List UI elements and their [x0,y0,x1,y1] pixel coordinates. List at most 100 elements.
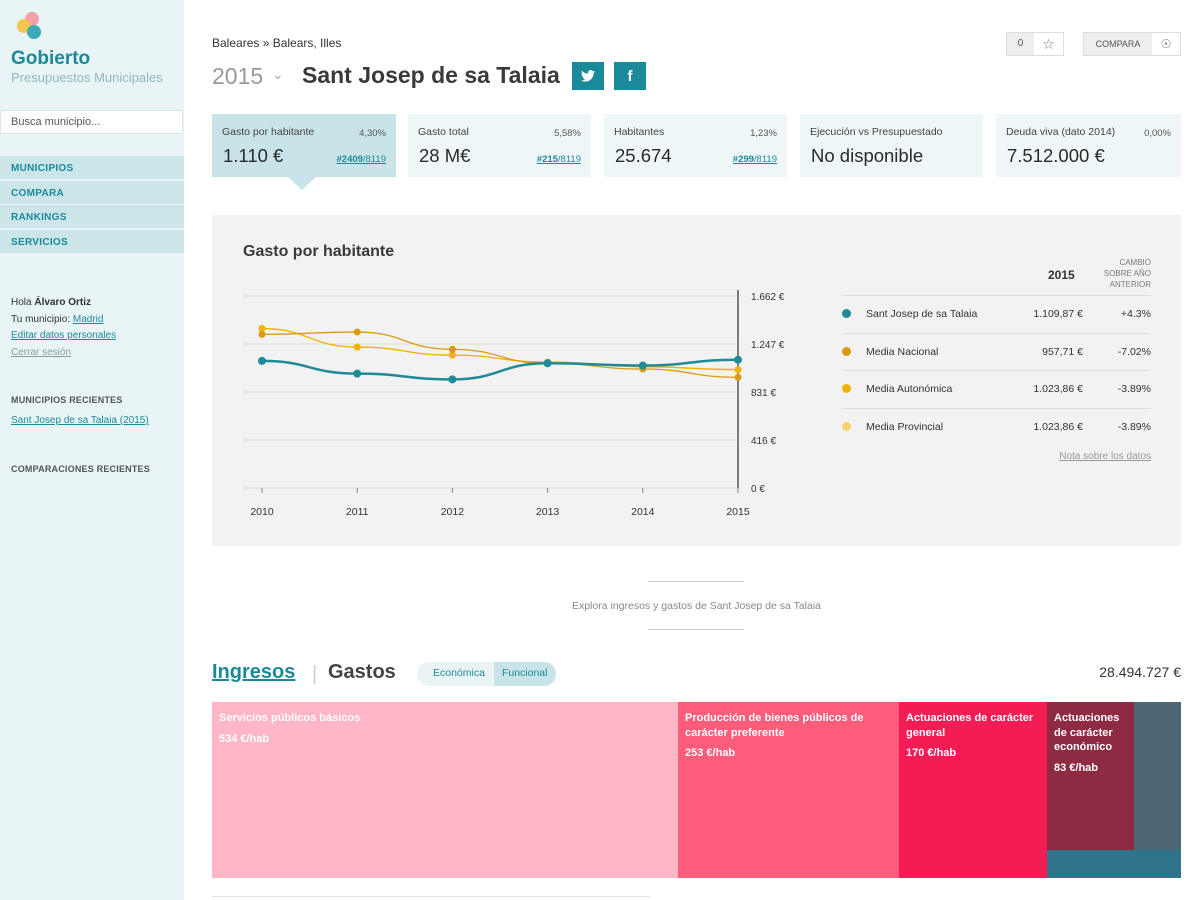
y-tick-label: 0 € [751,484,765,495]
breadcrumb[interactable]: Baleares » Balears, Illes [212,36,341,50]
series-value: 957,71 € [1042,345,1083,358]
legend-change-header: CAMBIO SOBRE AÑO ANTERIOR [1103,258,1151,289]
series-point [734,355,742,364]
series-change: -3.89% [1117,383,1151,395]
twitter-share-button[interactable] [572,62,604,90]
user-municipio-link[interactable]: Madrid [73,314,104,325]
data-note-link[interactable]: Nota sobre los datos [1059,451,1151,462]
kpi-rank-link[interactable]: #215/8119 [537,154,581,165]
series-line [261,327,739,371]
user-block: Hola Álvaro Ortiz Tu municipio: Madrid E… [11,295,116,361]
nav-item-compara[interactable]: COMPARA [0,180,184,204]
kpi-value: 28 M€ [419,145,471,166]
treemap-cell-bienes-preferentes[interactable]: Producción de bienes públicos de carácte… [678,702,899,878]
compare-icon[interactable]: ☉ [1152,33,1180,55]
logout-link[interactable]: Cerrar sesión [11,347,71,358]
series-point [258,330,266,338]
kpi-card-ejecucion[interactable]: Ejecución vs Presupuestado No disponible [800,114,983,177]
chevron-down-icon[interactable]: ⌄ [272,66,284,83]
divider [648,629,744,630]
kpi-value: No disponible [811,145,924,166]
series-name: Media Nacional [866,345,939,358]
compare-button[interactable]: COMPARA ☉ [1083,32,1181,56]
recent-municipio-link[interactable]: Sant Josep de sa Talaia (2015) [11,415,149,426]
treemap-cell-caracter-economico[interactable]: Actuaciones de carácter económico 83 €/h… [1047,702,1134,850]
series-point [734,373,742,381]
year-selector[interactable]: 2015 [212,63,263,90]
favorite-button[interactable]: 0 ☆ [1006,32,1064,56]
series-point [448,375,457,384]
kpi-change: 0,00% [1144,128,1171,139]
series-color-dot [842,421,851,431]
treemap-cell-value: 253 €/hab [685,747,736,759]
nav-item-rankings[interactable]: RANKINGS [0,205,184,228]
series-point [448,345,456,353]
legend-year-header: 2015 [1048,268,1075,282]
series-value: 1.109,87 € [1033,308,1083,320]
series-point [258,356,266,365]
tab-separator: | [312,663,318,685]
kpi-change: 5,58% [554,128,581,139]
x-tick-label: 2013 [536,506,560,518]
series-color-dot [842,309,851,318]
y-tick-label: 416 € [751,436,776,447]
series-name: Media Provincial [866,420,944,433]
series-point [353,343,361,351]
series-name: Media Autonómica [866,383,953,395]
municipio-label: Tu municipio: [11,313,71,325]
legend-row: Media Provincial 1.023,86 € -3.89% [842,407,1151,446]
kpi-value: 1.110 € [223,145,284,166]
series-point [353,369,362,378]
series-value: 1.023,86 € [1033,383,1083,395]
treemap-cell-value: 170 €/hab [906,747,957,759]
tab-gastos[interactable]: Gastos [328,661,396,684]
toggle-funcional[interactable]: Funcional [493,662,557,686]
kpi-card-gasto-habitante[interactable]: Gasto por habitante 4,30% 1.110 € #2409/… [212,114,396,177]
star-icon[interactable]: ☆ [1034,33,1063,55]
divider [212,896,650,897]
treemap-cell-value: 83 €/hab [1054,761,1099,774]
gobierto-logo[interactable] [12,10,44,42]
kpi-card-deuda-viva[interactable]: Deuda viva (dato 2014) 0,00% 7.512.000 € [996,114,1181,177]
user-name: Álvaro Ortiz [34,297,92,308]
series-line [261,327,739,371]
compare-label: COMPARA [1084,33,1152,55]
series-point [353,328,361,336]
kpi-card-habitantes[interactable]: Habitantes 1,23% 25.674 #299/8119 [604,114,787,177]
kpi-change: 4,30% [359,128,386,139]
series-point [638,361,647,370]
kpi-card-gasto-total[interactable]: Gasto total 5,58% 28 M€ #215/8119 [408,114,591,177]
y-tick-label: 831 € [751,388,776,399]
total-amount: 28.494.727 € [1099,664,1181,680]
brand-name[interactable]: Gobierto [11,48,90,70]
treemap-cell-other[interactable] [1047,850,1181,878]
treemap-cell-servicios-publicos[interactable]: Servicios públicos básicos 534 €/hab [212,702,678,878]
classification-toggle: Económica Funcional [417,662,557,686]
legend-row: Sant Josep de sa Talaia 1.109,87 € +4.3% [842,295,1151,333]
legend-row: Media Nacional 957,71 € -7.02% [842,332,1151,371]
municipio-search-input[interactable] [0,110,183,134]
favorite-count: 0 [1007,33,1034,55]
series-name: Sant Josep de sa Talaia [866,308,978,320]
kpi-rank-link[interactable]: #299/8119 [733,154,777,165]
facebook-share-button[interactable]: f [614,62,646,90]
treemap-cell-other[interactable] [1134,702,1181,850]
toggle-economica[interactable]: Económica [417,662,494,686]
chart-panel: Gasto por habitante 1.662 €1.247 €831 €4… [212,215,1181,546]
treemap-cell-title: Producción de bienes públicos de carácte… [685,712,864,739]
facebook-icon: f [627,67,633,85]
user-greeting-line: Hola Álvaro Ortiz [11,295,116,312]
line-chart[interactable]: 1.662 € 1.247 € 831 € 416 € 0 € 2010 2011 2012 2… [212,215,812,546]
x-tick-label: 2015 [726,506,750,518]
twitter-icon [581,70,595,82]
tab-ingresos[interactable]: Ingresos [212,661,295,684]
nav-item-servicios[interactable]: SERVICIOS [0,229,184,253]
nav-item-municipios[interactable]: MUNICIPIOS [0,156,184,179]
edit-profile-link[interactable]: Editar datos personales [11,330,116,341]
active-kpi-pointer [288,177,316,190]
sidebar: Gobierto Presupuestos Municipales MUNICI… [0,0,184,900]
kpi-rank-link[interactable]: #2409/8119 [337,154,387,165]
treemap-cell-caracter-general[interactable]: Actuaciones de carácter general 170 €/ha… [899,702,1047,878]
x-tick-label: 2011 [346,506,369,518]
treemap-cell-title: Actuaciones de carácter económico [1054,712,1120,753]
